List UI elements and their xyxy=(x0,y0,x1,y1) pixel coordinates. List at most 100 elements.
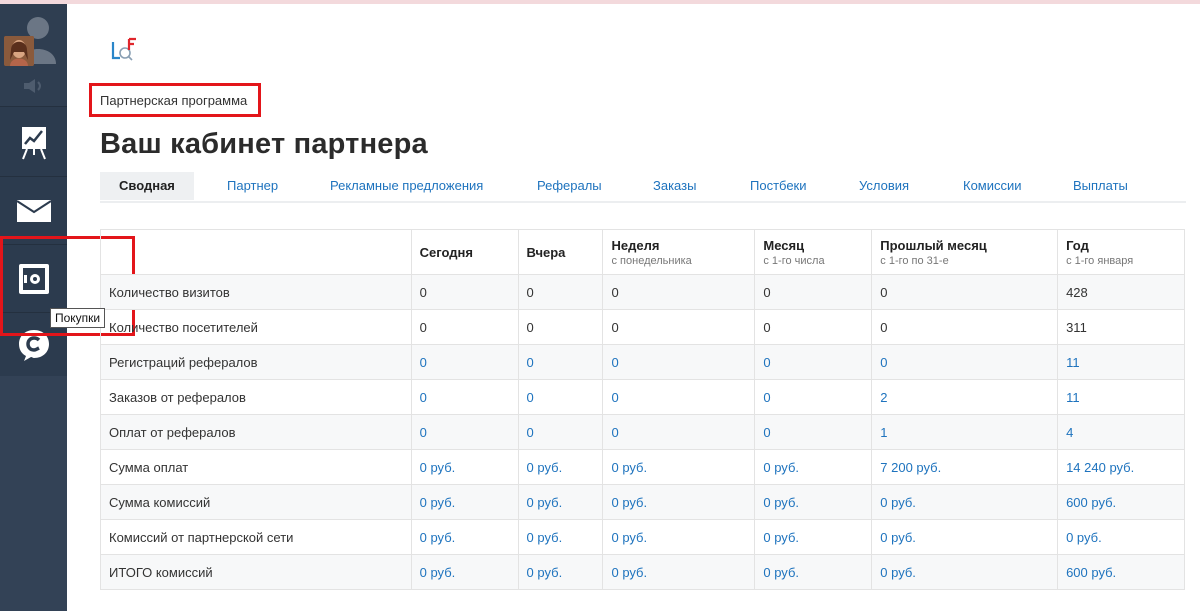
table-cell-link[interactable]: 0 руб. xyxy=(602,554,756,590)
table-row: Количество визитов 0 0 0 0 0 428 xyxy=(100,274,1185,310)
table-cell-link[interactable]: 0 руб. xyxy=(602,519,756,555)
table-row: Сумма оплат 0 руб. 0 руб. 0 руб. 0 руб. 7 200… xyxy=(100,449,1185,485)
table-cell-link[interactable]: 0 xyxy=(410,379,519,415)
table-cell-link[interactable]: 0 руб. xyxy=(517,484,604,520)
table-cell: 0 xyxy=(754,274,873,310)
table-row: Комиссий от партнерской сети 0 руб. 0 руб.… xyxy=(100,519,1185,555)
breadcrumb[interactable]: Партнерская программа xyxy=(100,93,247,108)
column-title: Неделя xyxy=(611,237,660,253)
tooltip: Покупки xyxy=(50,308,106,328)
avatar[interactable] xyxy=(4,36,34,66)
tab-payouts[interactable]: Выплаты xyxy=(1073,172,1128,200)
table-header-empty xyxy=(100,229,412,275)
table-cell-link[interactable]: 14 240 руб. xyxy=(1057,449,1185,485)
table-header: Месяц с 1-го числа xyxy=(754,229,873,275)
table-cell-link[interactable]: 0 руб. xyxy=(410,449,519,485)
tab-commissions[interactable]: Комиссии xyxy=(963,172,1022,200)
table-cell-link[interactable]: 0 xyxy=(754,414,873,450)
table-cell: 311 xyxy=(1057,309,1185,345)
column-title: Год xyxy=(1066,237,1089,253)
table-cell-link[interactable]: 4 xyxy=(1057,414,1185,450)
table-header-row: Сегодня Вчера Неделя с понедельника Месяц… xyxy=(100,229,1185,275)
table-cell-link[interactable]: 0 руб. xyxy=(410,519,519,555)
table-cell-link[interactable]: 600 руб. xyxy=(1057,484,1185,520)
table-cell-link[interactable]: 0 xyxy=(410,414,519,450)
table-cell-link[interactable]: 0 xyxy=(754,344,873,380)
table-cell-link[interactable]: 0 xyxy=(871,344,1059,380)
table-cell-link[interactable]: 0 xyxy=(517,344,604,380)
row-label: Сумма оплат xyxy=(100,449,412,485)
table-cell-link[interactable]: 7 200 руб. xyxy=(871,449,1059,485)
avatar-image xyxy=(4,36,34,66)
tab-orders[interactable]: Заказы xyxy=(653,172,696,200)
table-cell-link[interactable]: 0 руб. xyxy=(871,484,1059,520)
table-header: Сегодня xyxy=(410,229,519,275)
table-cell-link[interactable]: 0 руб. xyxy=(871,519,1059,555)
row-label: Количество визитов xyxy=(100,274,412,310)
table-cell-link[interactable]: 0 руб. xyxy=(754,449,873,485)
table-cell: 428 xyxy=(1057,274,1185,310)
table-cell: 0 xyxy=(602,274,756,310)
table-cell: 0 xyxy=(871,309,1059,345)
table-cell-link[interactable]: 0 руб. xyxy=(602,449,756,485)
table-cell-link[interactable]: 0 руб. xyxy=(754,554,873,590)
table-cell-link[interactable]: 0 xyxy=(410,344,519,380)
table-cell-link[interactable]: 0 руб. xyxy=(517,554,604,590)
table-cell-link[interactable]: 2 xyxy=(871,379,1059,415)
table-cell-link[interactable]: 0 руб. xyxy=(754,484,873,520)
table-cell-link[interactable]: 0 руб. xyxy=(517,519,604,555)
table-cell: 0 xyxy=(410,274,519,310)
table-cell-link[interactable]: 0 xyxy=(754,379,873,415)
top-border xyxy=(0,0,1200,4)
sidebar-item-mail[interactable] xyxy=(0,178,67,244)
table-cell-link[interactable]: 0 xyxy=(517,414,604,450)
sidebar-divider xyxy=(0,176,67,177)
speaker-icon[interactable] xyxy=(22,78,46,94)
table-cell-link[interactable]: 0 руб. xyxy=(410,554,519,590)
column-title: Прошлый месяц xyxy=(880,237,987,253)
table-header: Год с 1-го января xyxy=(1057,229,1185,275)
table-cell: 0 xyxy=(602,309,756,345)
column-subtitle: с 1-го по 31-е xyxy=(880,254,949,267)
table-cell: 0 xyxy=(517,309,604,345)
summary-table: Сегодня Вчера Неделя с понедельника Месяц… xyxy=(100,229,1185,590)
table-cell-link[interactable]: 0 xyxy=(517,379,604,415)
table-cell-link[interactable]: 0 xyxy=(602,379,756,415)
column-title: Сегодня xyxy=(419,244,473,260)
column-subtitle: с 1-го января xyxy=(1066,254,1134,267)
tab-postbacks[interactable]: Постбеки xyxy=(750,172,807,200)
table-cell: 0 xyxy=(410,309,519,345)
table-row: Количество посетителей 0 0 0 0 0 311 xyxy=(100,309,1185,345)
table-cell-link[interactable]: 11 xyxy=(1057,379,1185,415)
column-title: Месяц xyxy=(763,237,805,253)
table-row: Оплат от рефералов 0 0 0 0 1 4 xyxy=(100,414,1185,450)
tab-referrals[interactable]: Рефералы xyxy=(537,172,602,200)
table-cell: 0 xyxy=(517,274,604,310)
table-cell-link[interactable]: 0 руб. xyxy=(517,449,604,485)
table-row: Регистраций рефералов 0 0 0 0 0 11 xyxy=(100,344,1185,380)
sidebar-lower-area xyxy=(0,376,67,611)
table-cell-link[interactable]: 0 руб. xyxy=(410,484,519,520)
sidebar-item-statistics[interactable] xyxy=(0,110,67,176)
tab-offers[interactable]: Рекламные предложения xyxy=(330,172,483,200)
table-cell-link[interactable]: 0 руб. xyxy=(602,484,756,520)
table-cell-link[interactable]: 0 xyxy=(602,344,756,380)
table-cell-link[interactable]: 11 xyxy=(1057,344,1185,380)
table-cell-link[interactable]: 1 xyxy=(871,414,1059,450)
column-subtitle: с понедельника xyxy=(611,254,692,267)
table-cell: 0 xyxy=(871,274,1059,310)
chart-easel-icon xyxy=(21,127,46,160)
row-label: ИТОГО комиссий xyxy=(100,554,412,590)
table-cell-link[interactable]: 0 руб. xyxy=(754,519,873,555)
tab-terms[interactable]: Условия xyxy=(859,172,909,200)
table-cell-link[interactable]: 0 руб. xyxy=(871,554,1059,590)
table-cell-link[interactable]: 0 xyxy=(602,414,756,450)
sidebar-profile-area xyxy=(0,4,67,106)
row-label: Регистраций рефералов xyxy=(100,344,412,380)
tab-partner[interactable]: Партнер xyxy=(227,172,278,200)
table-cell-link[interactable]: 600 руб. xyxy=(1057,554,1185,590)
table-cell: 0 xyxy=(754,309,873,345)
table-cell-link[interactable]: 0 руб. xyxy=(1057,519,1185,555)
row-label: Комиссий от партнерской сети xyxy=(100,519,412,555)
tab-summary[interactable]: Сводная xyxy=(100,172,194,200)
